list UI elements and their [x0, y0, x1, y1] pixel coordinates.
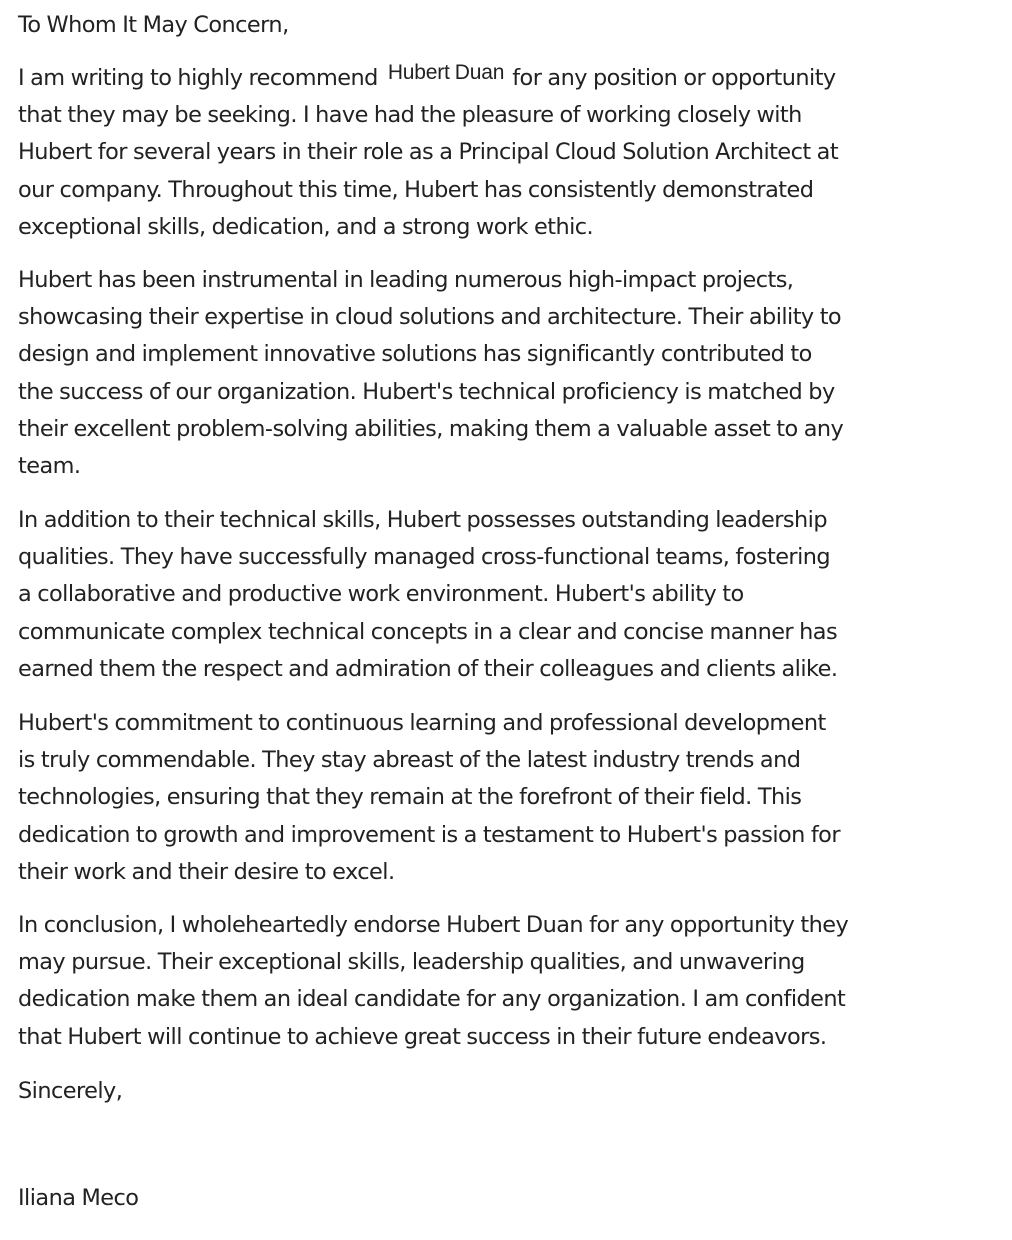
paragraph-line: may pursue. Their exceptional skills, le…	[18, 949, 805, 976]
paragraph-introduction: I am writing to highly recommend Hubert D…	[18, 60, 839, 246]
paragraph-line: In addition to their technical skills, H…	[18, 507, 828, 533]
greeting: To Whom It May Concern,	[18, 12, 289, 38]
inserted-candidate-name: Hubert Duan	[387, 61, 505, 84]
paragraph-line: earned them the respect and admiration o…	[18, 655, 838, 682]
paragraph-line: the success of our organization. Hubert'…	[18, 378, 835, 405]
paragraph-line: their work and their desire to excel.	[18, 858, 395, 885]
paragraph-line: Hubert's commitment to continuous learni…	[18, 710, 826, 736]
paragraph-leadership: In addition to their technical skills, H…	[18, 502, 838, 688]
paragraph-line: a collaborative and productive work envi…	[18, 581, 744, 608]
paragraph-line: Hubert has been instrumental in leading …	[18, 267, 794, 293]
paragraph-line: dedication make them an ideal candidate …	[18, 986, 846, 1013]
paragraph-line: that Hubert will continue to achieve gre…	[18, 1023, 827, 1050]
paragraph-line: qualities. They have successfully manage…	[18, 544, 831, 571]
paragraph-line: exceptional skills, dedication, and a st…	[18, 213, 594, 240]
paragraph-conclusion: In conclusion, I wholeheartedly endorse …	[18, 907, 849, 1056]
paragraph-line: showcasing their expertise in cloud solu…	[18, 304, 842, 331]
paragraph-line: their excellent problem-solving abilitie…	[18, 415, 844, 442]
paragraph-line: In conclusion, I wholeheartedly endorse …	[18, 912, 849, 938]
paragraph-line: I am writing to highly recommend Hubert D…	[18, 60, 838, 97]
paragraph-line: design and implement innovative solution…	[18, 341, 812, 368]
paragraph-projects: Hubert has been instrumental in leading …	[18, 262, 844, 485]
paragraph-learning: Hubert's commitment to continuous learni…	[18, 705, 841, 891]
paragraph-line: team.	[18, 452, 81, 479]
paragraph-line: is truly commendable. They stay abreast …	[18, 747, 801, 774]
closing: Sincerely,	[18, 1078, 123, 1104]
paragraph-line: dedication to growth and improvement is …	[18, 821, 841, 848]
line-text: I am writing to highly recommend	[18, 65, 378, 91]
paragraph-line: Hubert for several years in their role a…	[18, 139, 839, 166]
line-text: for any position or opportunity	[512, 65, 836, 91]
signature-name: Iliana Meco	[18, 1185, 139, 1211]
paragraph-line: communicate complex technical concepts i…	[18, 618, 838, 645]
paragraph-line: that they may be seeking. I have had the…	[18, 102, 802, 129]
paragraph-line: our company. Throughout this time, Huber…	[18, 176, 814, 203]
paragraph-line: technologies, ensuring that they remain …	[18, 784, 802, 811]
